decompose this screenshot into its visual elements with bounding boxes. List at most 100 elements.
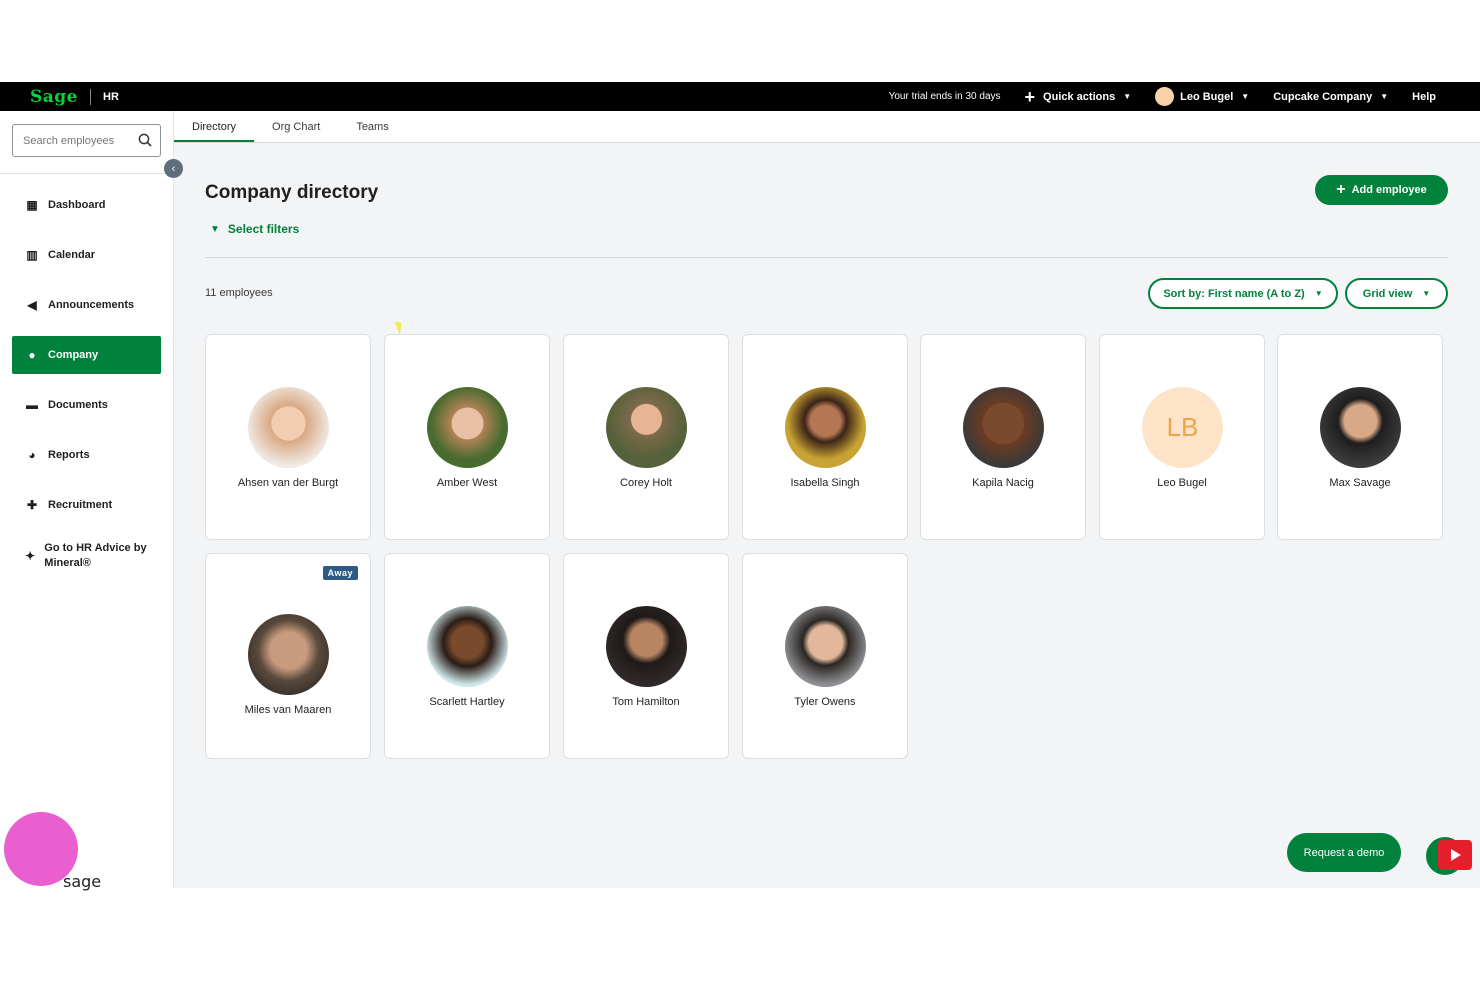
- caret-down-icon: ▼: [1123, 92, 1132, 101]
- sort-label: Sort by: First name (A to Z): [1163, 287, 1305, 300]
- top-bar: Sage HR Your trial ends in 30 days + Qui…: [0, 82, 1480, 111]
- people-icon: ●: [28, 348, 36, 362]
- plus-icon: +: [1336, 181, 1346, 198]
- youtube-subscribe-icon[interactable]: [1438, 840, 1472, 870]
- view-dropdown[interactable]: Grid view ▼: [1345, 278, 1448, 309]
- plus-icon: +: [1024, 86, 1036, 107]
- tab-bar: Directory Org Chart Teams: [174, 111, 1480, 143]
- quick-actions-menu[interactable]: + Quick actions ▼: [1025, 88, 1132, 106]
- app-frame: Sage HR Your trial ends in 30 days + Qui…: [0, 82, 1480, 891]
- sidebar-item-company[interactable]: ● Company: [12, 336, 161, 374]
- caret-down-icon: ▼: [1422, 289, 1431, 298]
- employee-name: Isabella Singh: [790, 477, 860, 489]
- tab-teams[interactable]: Teams: [338, 111, 406, 142]
- sidebar-item-documents[interactable]: ▬ Documents: [12, 386, 161, 424]
- employee-name: Tom Hamilton: [612, 696, 680, 708]
- sidebar-item-dashboard[interactable]: ▦ Dashboard: [12, 186, 161, 224]
- request-demo-button[interactable]: Request a demo: [1287, 833, 1401, 872]
- nav-divider: [0, 173, 173, 174]
- sidebar-item-hr-advice[interactable]: ✦ Go to HR Advice by Mineral®: [12, 536, 161, 576]
- employee-card[interactable]: Isabella Singh: [742, 334, 908, 540]
- employee-card[interactable]: Kapila Nacig: [920, 334, 1086, 540]
- employee-card[interactable]: Amber West: [384, 334, 550, 540]
- mouse-cursor-icon: [394, 319, 406, 335]
- employee-name: Max Savage: [1329, 477, 1391, 489]
- add-employee-label: Add employee: [1351, 184, 1427, 196]
- sidebar-item-reports[interactable]: ◕ Reports: [12, 436, 161, 474]
- sidebar-item-label: Go to HR Advice by Mineral®: [44, 542, 147, 569]
- employee-name: Leo Bugel: [1157, 477, 1207, 489]
- employee-name: Scarlett Hartley: [429, 696, 505, 708]
- handshake-icon: ✦: [25, 548, 36, 563]
- tab-directory[interactable]: Directory: [174, 111, 255, 142]
- sidebar: ▦ Dashboard ▥ Calendar ◀ Announcements ●…: [0, 111, 174, 888]
- employee-avatar: [785, 606, 866, 687]
- header-divider: [205, 257, 1448, 258]
- sidebar-item-label: Recruitment: [48, 499, 113, 511]
- employee-initials: LB: [1142, 387, 1223, 468]
- select-filters-toggle[interactable]: ▼ Select filters: [210, 222, 299, 236]
- employee-avatar: [248, 614, 329, 695]
- dashboard-icon: ▦: [26, 198, 38, 212]
- sage-logo[interactable]: Sage: [30, 87, 78, 107]
- sidebar-item-calendar[interactable]: ▥ Calendar: [12, 236, 161, 274]
- employee-card[interactable]: Away Miles van Maaren: [205, 553, 371, 759]
- user-menu[interactable]: Leo Bugel ▼: [1155, 87, 1249, 106]
- employee-card[interactable]: Tom Hamilton: [563, 553, 729, 759]
- watermark-text: sage: [63, 872, 102, 891]
- employee-avatar: [606, 387, 687, 468]
- employee-name: Corey Holt: [620, 477, 672, 489]
- employee-card[interactable]: Tyler Owens: [742, 553, 908, 759]
- employee-name: Tyler Owens: [794, 696, 856, 708]
- sidebar-item-label: Reports: [48, 449, 90, 461]
- sidebar-item-recruitment[interactable]: ✚ Recruitment: [12, 486, 161, 524]
- employee-name: Ahsen van der Burgt: [237, 477, 339, 489]
- employee-avatar: [606, 606, 687, 687]
- chevron-down-icon: ▼: [210, 223, 220, 235]
- trial-notice: Your trial ends in 30 days: [888, 91, 1001, 102]
- search-box[interactable]: [12, 124, 161, 157]
- employee-card[interactable]: Max Savage: [1277, 334, 1443, 540]
- employee-card[interactable]: Corey Holt: [563, 334, 729, 540]
- sidebar-item-label: Calendar: [48, 249, 96, 261]
- status-badge: Away: [322, 566, 358, 580]
- collapse-sidebar-button[interactable]: ‹: [164, 159, 183, 178]
- company-menu[interactable]: Cupcake Company ▼: [1273, 91, 1388, 103]
- employee-avatar: [963, 387, 1044, 468]
- add-user-icon: ✚: [26, 498, 38, 512]
- sidebar-item-announcements[interactable]: ◀ Announcements: [12, 286, 161, 324]
- employee-avatar: [785, 387, 866, 468]
- employee-card[interactable]: Scarlett Hartley: [384, 553, 550, 759]
- add-employee-button[interactable]: + Add employee: [1315, 175, 1448, 205]
- sort-dropdown[interactable]: Sort by: First name (A to Z) ▼: [1148, 278, 1338, 309]
- logo-divider: [90, 88, 91, 105]
- megaphone-icon: ◀: [27, 298, 37, 312]
- search-icon[interactable]: [138, 133, 152, 147]
- caret-down-icon: ▼: [1241, 92, 1250, 101]
- employee-avatar: [427, 387, 508, 468]
- company-name: Cupcake Company: [1273, 90, 1373, 103]
- page-title: Company directory: [205, 182, 379, 203]
- sidebar-item-label: Announcements: [48, 299, 135, 311]
- calendar-icon: ▥: [26, 248, 38, 262]
- folder-icon: ▬: [26, 398, 38, 412]
- sidebar-nav: ▦ Dashboard ▥ Calendar ◀ Announcements ●…: [12, 186, 161, 588]
- tab-org-chart[interactable]: Org Chart: [254, 111, 338, 142]
- sidebar-item-label: Documents: [48, 399, 108, 411]
- search-input[interactable]: [23, 134, 133, 147]
- caret-down-icon: ▼: [1380, 92, 1389, 101]
- help-link[interactable]: Help: [1412, 91, 1436, 103]
- user-avatar: [1155, 87, 1175, 106]
- employee-card[interactable]: LB Leo Bugel: [1099, 334, 1265, 540]
- employee-card[interactable]: Ahsen van der Burgt: [205, 334, 371, 540]
- employee-avatar: [248, 387, 329, 468]
- employee-avatar: [1320, 387, 1401, 468]
- employee-count: 11 employees: [205, 287, 273, 299]
- sidebar-item-label: Company: [48, 349, 99, 361]
- select-filters-label: Select filters: [227, 222, 300, 236]
- employee-name: Amber West: [436, 477, 498, 489]
- caret-down-icon: ▼: [1314, 289, 1323, 298]
- employee-avatar: LB: [1142, 387, 1223, 468]
- employee-avatar: [427, 606, 508, 687]
- employee-name: Miles van Maaren: [244, 704, 332, 716]
